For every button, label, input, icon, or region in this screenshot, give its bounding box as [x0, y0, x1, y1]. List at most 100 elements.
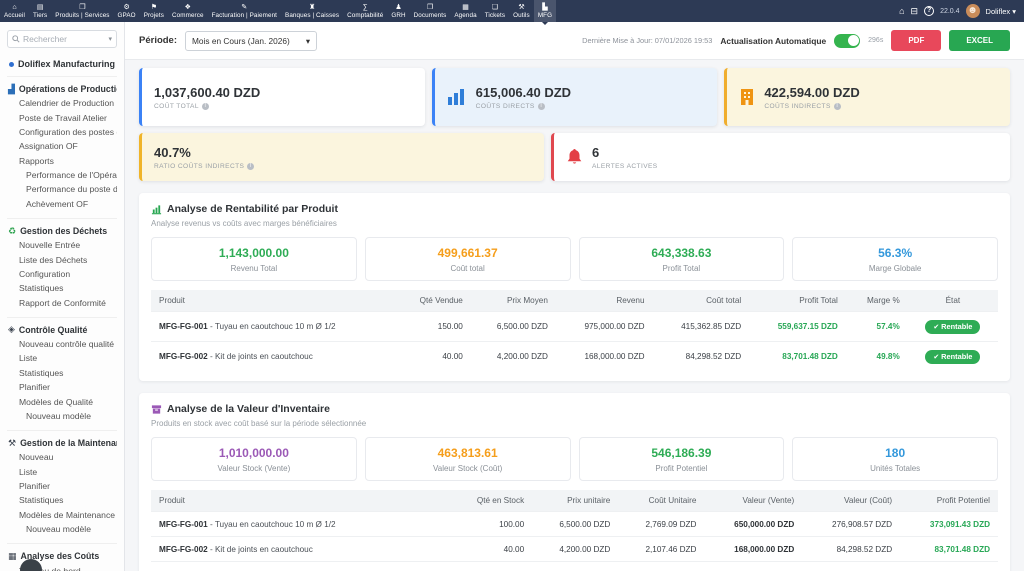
kpi-direct-costs: 615,006.40 DZD COÛTS DIRECTSi [432, 68, 718, 126]
info-icon[interactable]: i [202, 103, 209, 110]
info-icon[interactable]: i [538, 103, 545, 110]
stat-box: 1,143,000.00 Revenu Total [151, 237, 357, 281]
search-caret-icon[interactable]: ▾ [108, 35, 112, 43]
chart-icon [151, 204, 162, 215]
pdf-button[interactable]: PDF [891, 30, 941, 51]
auto-refresh-label: Actualisation Automatique [720, 36, 826, 46]
sidebar-item[interactable]: Performance du poste de travail [7, 182, 117, 196]
user-avatar[interactable]: ☻ [966, 4, 980, 18]
user-menu[interactable]: Doliflex ▾ [986, 7, 1016, 16]
sidebar-item[interactable]: Poste de Travail Atelier [7, 110, 117, 124]
nav-item[interactable]: ⚒ Outils [509, 0, 534, 22]
inventory-panel: Analyse de la Valeur d'Inventaire Produi… [139, 393, 1010, 571]
nav-item[interactable]: ♜ Banques | Caisses [281, 0, 343, 22]
kpi-total-cost: 1,037,600.40 DZD COÛT TOTALi [139, 68, 425, 126]
sidebar-item[interactable]: Nouveau modèle [7, 522, 117, 536]
sidebar-item[interactable]: Configuration [7, 267, 117, 281]
sidebar-item[interactable]: Calendrier de Production [7, 96, 117, 110]
nav-item[interactable]: ❒ Produits | Services [51, 0, 113, 22]
nav-item-icon: ♟ [395, 4, 401, 12]
print-icon[interactable]: ⊟ [911, 7, 919, 16]
profitability-title: Analyse de Rentabilité par Produit [151, 203, 998, 215]
kpi-indirect-costs: 422,594.00 DZD COÛTS INDIRECTSi [724, 68, 1010, 126]
nav-item-icon: ✎ [241, 4, 247, 12]
nav-item[interactable]: ♟ GRH [387, 0, 409, 22]
sidebar-item[interactable]: Planifier [7, 380, 117, 394]
nav-item[interactable]: ∑ Comptabilité [343, 0, 387, 22]
product-code[interactable]: MFG-FG-002 [159, 352, 208, 361]
sidebar-item[interactable]: Configuration des postes de travail [7, 125, 117, 139]
nav-item[interactable]: ⌂ Accueil [0, 0, 29, 22]
sidebar-item[interactable]: Rapport de Conformité [7, 296, 117, 310]
sidebar-item[interactable]: Liste [7, 351, 117, 365]
section-header[interactable]: ◈ Contrôle Qualité [7, 324, 117, 337]
sidebar-item[interactable]: Nouveau modèle [7, 409, 117, 423]
nav-item[interactable]: ❐ Documents [410, 0, 451, 22]
nav-item-icon: ▤ [37, 4, 44, 12]
sidebar-item[interactable]: Liste des Déchets [7, 252, 117, 266]
stat-box: 499,661.37 Coût total [365, 237, 571, 281]
bar-chart-icon [447, 88, 467, 106]
info-icon[interactable]: i [247, 163, 254, 170]
table-row: MFG-FG-002 - Kit de joints en caoutchouc… [151, 342, 998, 372]
section-header[interactable]: ⚒ Gestion de la Maintenance ... [7, 437, 117, 450]
section-production: ▟ Opérations de Production Calendrier de… [7, 76, 117, 211]
nav-item-icon: ∑ [363, 4, 368, 12]
profitability-table: ProduitQté Vendue Prix MoyenRevenu Coût … [151, 290, 998, 371]
sidebar-item[interactable]: Assignation OF [7, 139, 117, 153]
info-icon[interactable]: i [834, 103, 841, 110]
profitability-panel: Analyse de Rentabilité par Produit Analy… [139, 193, 1010, 381]
sidebar-item[interactable]: Modèles de Maintenance [7, 508, 117, 522]
sidebar-brand[interactable]: Doliflex Manufacturing [9, 59, 117, 69]
nav-item-label: Facturation | Paiement [212, 12, 277, 20]
period-label: Période: [139, 35, 177, 46]
section-header[interactable]: ♻ Gestion des Déchets [7, 225, 117, 238]
nav-item[interactable]: ▤ Tiers [29, 0, 51, 22]
top-navbar: ⌂ Accueil ▤ Tiers ❒ Produits | Services … [0, 0, 1024, 22]
product-code[interactable]: MFG-FG-001 [159, 520, 208, 529]
chevron-down-icon: ▾ [1012, 7, 1016, 16]
sidebar-item[interactable]: Performance de l'Opérateur [7, 168, 117, 182]
nav-item-label: Agenda [454, 12, 476, 20]
sidebar-item[interactable]: Modèles de Qualité [7, 394, 117, 408]
sidebar-item[interactable]: Nouvelle Entrée [7, 238, 117, 252]
kpi-indirect-ratio: 40.7% RATIO COÛTS INDIRECTSi [139, 133, 544, 181]
home-icon[interactable]: ⌂ [899, 7, 904, 16]
sidebar-item[interactable]: Nouveau [7, 450, 117, 464]
sidebar-item[interactable]: Planifier [7, 479, 117, 493]
search-input[interactable] [23, 34, 97, 44]
sidebar-item[interactable]: Nouveau contrôle qualité [7, 337, 117, 351]
nav-item-label: GPAO [118, 12, 136, 20]
refresh-countdown: 296s [868, 37, 883, 44]
shield-icon: ◈ [8, 325, 15, 334]
help-icon[interactable]: ? [924, 6, 934, 16]
dashboard-content: 1,037,600.40 DZD COÛT TOTALi 615,006.40 … [125, 60, 1024, 571]
sidebar-item[interactable]: Achèvement OF [7, 197, 117, 211]
nav-item-label: Accueil [4, 12, 25, 20]
sidebar-item[interactable]: Liste [7, 465, 117, 479]
nav-item-label: Projets [144, 12, 164, 20]
profitability-stats: 1,143,000.00 Revenu Total 499,661.37 Coû… [151, 237, 998, 281]
nav-item[interactable]: ❏ Tickets [481, 0, 509, 22]
navbar-right: ⌂ ⊟ ? 22.0.4 ☻ Doliflex ▾ [899, 0, 1024, 22]
product-code[interactable]: MFG-FG-001 [159, 322, 208, 331]
nav-item-label: Documents [414, 12, 447, 20]
nav-item-icon: ❏ [492, 4, 498, 12]
nav-item[interactable]: ✎ Facturation | Paiement [208, 0, 281, 22]
nav-item[interactable]: ⚑ Projets [140, 0, 168, 22]
sidebar-item[interactable]: Statistiques [7, 493, 117, 507]
period-select[interactable]: Mois en Cours (Jan. 2026) ▾ [185, 31, 317, 51]
section-header[interactable]: ▟ Opérations de Production [7, 83, 117, 96]
nav-item[interactable]: ❖ Commerce [168, 0, 208, 22]
nav-item[interactable]: ▦ Agenda [450, 0, 480, 22]
nav-item[interactable]: ⚙ GPAO [114, 0, 140, 22]
version-label: 22.0.4 [940, 8, 959, 15]
auto-refresh-toggle[interactable] [834, 34, 860, 48]
sidebar-item[interactable]: Statistiques [7, 366, 117, 380]
sidebar-item[interactable]: Statistiques [7, 281, 117, 295]
sidebar-item[interactable]: Rapports [7, 154, 117, 168]
product-code[interactable]: MFG-FG-002 [159, 545, 208, 554]
excel-button[interactable]: EXCEL [949, 30, 1010, 51]
nav-item[interactable]: ▙ MFG [534, 0, 556, 22]
profitable-badge: Rentable [925, 350, 980, 364]
